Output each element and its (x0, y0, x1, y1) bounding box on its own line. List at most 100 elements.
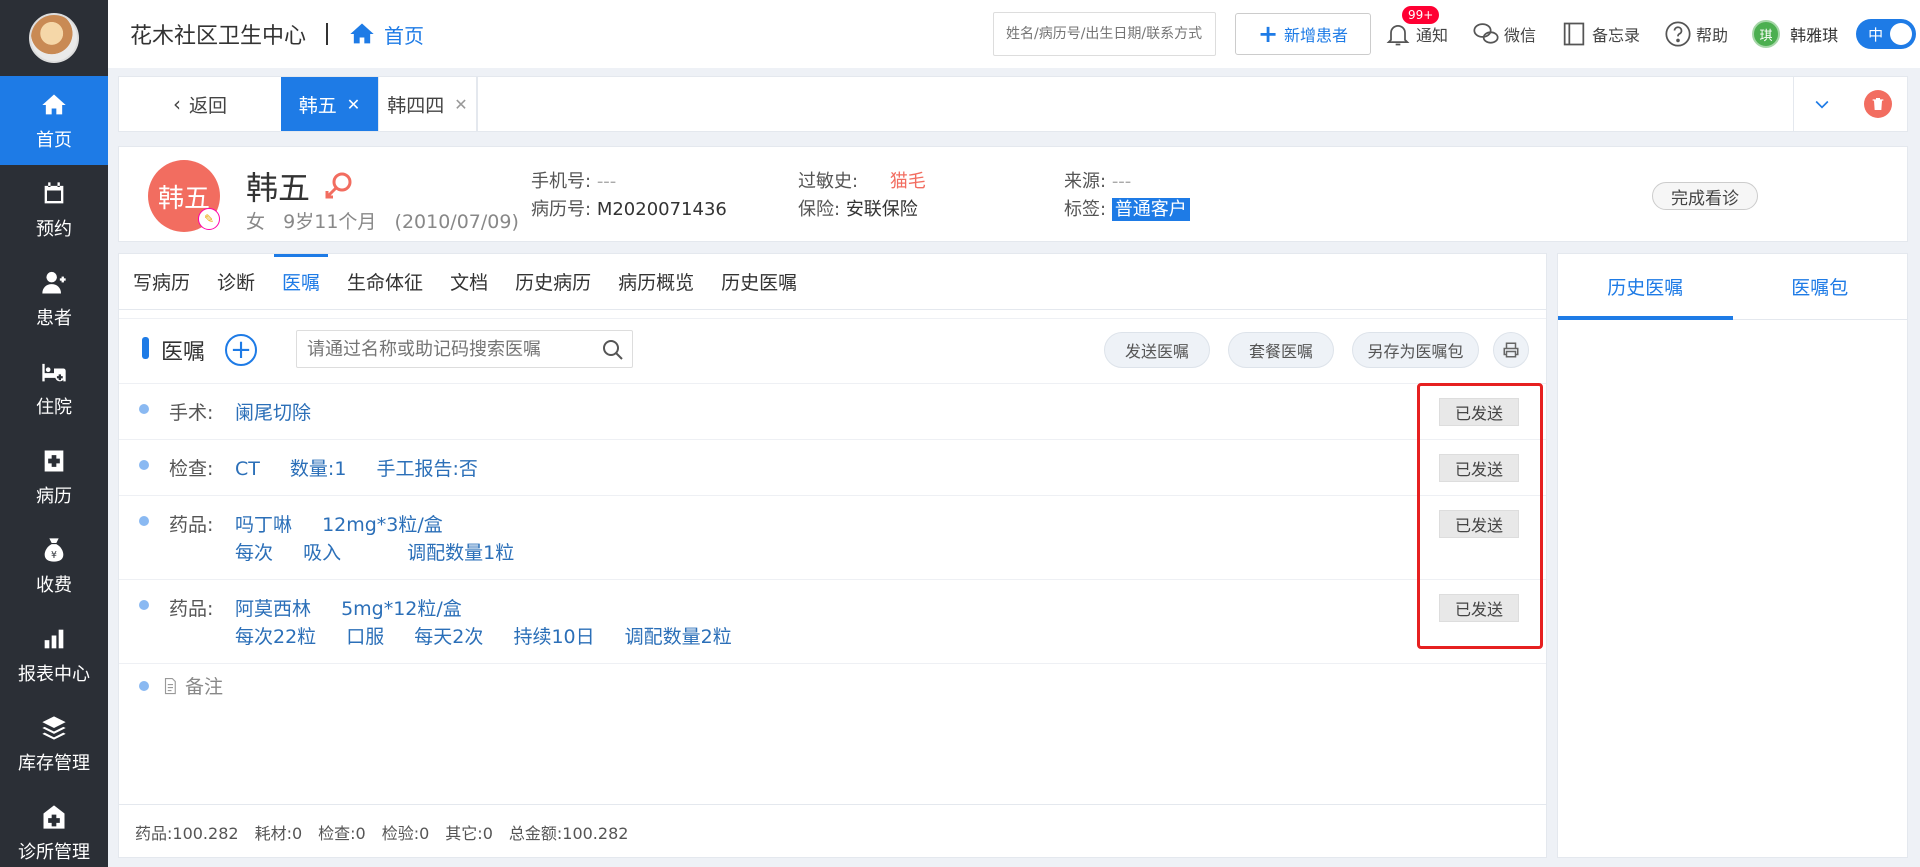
sidebar-item-inpatient[interactable]: 住院 (0, 343, 108, 432)
tab-order-package[interactable]: 医嘱包 (1733, 254, 1908, 319)
home-breadcrumb[interactable]: 首页 (348, 20, 424, 49)
patient-birthdate: (2010/07/09) (394, 211, 519, 233)
order-detail: 吗丁啉 12mg*3粒/盒 (235, 510, 467, 537)
help-icon (1665, 21, 1691, 47)
new-patient-button[interactable]: + 新增患者 (1235, 13, 1371, 55)
drug-dispense: 调配数量2粒 (624, 626, 732, 648)
sidebar-item-reports[interactable]: 报表中心 (0, 610, 108, 699)
print-button[interactable] (1493, 332, 1529, 368)
tab-orders[interactable]: 医嘱 (274, 253, 329, 310)
record-number-field: 病历号: M2020071436 (531, 195, 727, 221)
summary-other: 其它:0 (445, 823, 493, 843)
summary-exam: 检查:0 (318, 823, 366, 843)
patient-age: 9岁11个月 (283, 211, 377, 233)
tab-vitals[interactable]: 生命体征 (347, 254, 423, 310)
user-name: 韩雅琪 (1790, 26, 1839, 45)
language-toggle[interactable]: 中 (1856, 19, 1917, 49)
order-quantity: 数量:1 (289, 458, 347, 480)
order-detail: 阑尾切除 (235, 398, 335, 425)
sidebar-item-appointment[interactable]: 预约 (0, 165, 108, 254)
save-as-package-button[interactable]: 另存为医嘱包 (1352, 332, 1479, 368)
back-button[interactable]: ‹ 返回 (119, 77, 281, 131)
edit-icon[interactable]: ✎ (198, 208, 220, 230)
top-bar: 花木社区卫生中心 首页 + 新增患者 99+ 通知 微信 备忘录 帮助 琪 韩雅… (108, 0, 1920, 68)
sidebar-item-clinic[interactable]: 诊所管理 (0, 788, 108, 867)
sidebar-item-label: 诊所管理 (18, 841, 90, 863)
drug-dose: 每次 (235, 542, 274, 564)
tab-write-record[interactable]: 写病历 (133, 254, 190, 310)
note-label: 备注 (185, 676, 224, 698)
finish-visit-button[interactable]: 完成看诊 (1652, 182, 1758, 210)
patient-card: 韩五 ✎ 韩五 女 9岁11个月 (2010/07/09) 手机号: --- 病… (118, 146, 1908, 242)
tab-label: 韩五 (298, 94, 337, 117)
help-button[interactable]: 帮助 (1664, 20, 1728, 48)
sidebar-item-inventory[interactable]: 库存管理 (0, 699, 108, 788)
order-kind: 手术: (169, 402, 214, 424)
side-panel: 历史医嘱 医嘱包 (1557, 253, 1908, 858)
orders-panel: 写病历 诊断 医嘱 生命体征 文档 历史病历 病历概览 历史医嘱 医嘱 + 发送… (118, 253, 1547, 858)
tab-patient[interactable]: 韩四四 ✕ (379, 77, 477, 131)
sidebar-item-records[interactable]: 病历 (0, 432, 108, 521)
tab-documents[interactable]: 文档 (450, 254, 488, 310)
tab-history-orders[interactable]: 历史医嘱 (721, 254, 797, 310)
search-icon[interactable] (601, 338, 625, 362)
tab-list-dropdown[interactable] (1793, 77, 1849, 131)
tag-label: 标签: (1064, 199, 1107, 220)
wechat-button[interactable]: 微信 (1472, 20, 1536, 48)
phone-label: 手机号: (531, 171, 592, 192)
summary-material: 耗材:0 (254, 823, 303, 843)
tag-field: 标签: 普通客户 (1064, 195, 1190, 221)
order-row[interactable]: 药品: 吗丁啉 12mg*3粒/盒 每次 吸入 调配数量1粒 已发送 (119, 496, 1546, 580)
drug-route: 口服 (346, 626, 385, 648)
clinic-logo[interactable] (0, 0, 108, 76)
tab-history-records[interactable]: 历史病历 (515, 254, 591, 310)
status-highlight-box (1417, 383, 1543, 649)
notification-button[interactable]: 99+ 通知 (1384, 6, 1449, 48)
tab-patient-active[interactable]: 韩五 ✕ (281, 77, 379, 131)
drug-dispense: 调配数量1粒 (407, 542, 515, 564)
note-button[interactable]: 备注 (139, 672, 223, 699)
send-orders-button[interactable]: 发送医嘱 (1104, 332, 1210, 368)
insurance-field: 保险: 安联保险 (798, 195, 918, 221)
memo-button[interactable]: 备忘录 (1560, 20, 1640, 48)
close-icon[interactable]: ✕ (347, 95, 360, 114)
order-detail: 阿莫西林 5mg*12粒/盒 (235, 594, 486, 621)
sidebar-item-patients[interactable]: 患者 (0, 254, 108, 343)
add-order-button[interactable]: + (225, 334, 257, 366)
chevron-down-icon (1815, 100, 1828, 109)
tab-diagnosis[interactable]: 诊断 (217, 254, 255, 310)
bullet (139, 600, 149, 610)
global-search-input[interactable] (993, 12, 1216, 56)
clinic-icon (39, 802, 69, 832)
divider (326, 23, 329, 45)
order-search-input[interactable] (296, 330, 633, 368)
patient-demographics: 女 9岁11个月 (2010/07/09) (246, 207, 519, 234)
memo-label: 备忘录 (1592, 26, 1641, 45)
sidebar-item-home[interactable]: 首页 (0, 76, 108, 165)
bullet (139, 404, 149, 414)
sidebar-item-label: 病历 (36, 485, 72, 507)
drug-spec: 12mg*3粒/盒 (322, 514, 443, 536)
close-icon[interactable]: ✕ (454, 95, 467, 114)
order-item: CT (235, 458, 260, 480)
order-row[interactable]: 检查: CT 数量:1 手工报告:否 已发送 (119, 440, 1546, 496)
drug-dose: 每次22粒 (235, 626, 317, 648)
source-field: 来源: --- (1064, 167, 1131, 193)
order-row[interactable]: 手术: 阑尾切除 已发送 (119, 384, 1546, 440)
home-breadcrumb-label: 首页 (384, 23, 425, 48)
record-subtabs: 写病历 诊断 医嘱 生命体征 文档 历史病历 病历概览 历史医嘱 (119, 253, 1546, 310)
sidebar-item-billing[interactable]: ¥ 收费 (0, 521, 108, 610)
phone-field: 手机号: --- (531, 167, 616, 193)
close-all-tabs-button[interactable] (1849, 77, 1907, 131)
notification-label: 通知 (1416, 26, 1449, 45)
tab-record-overview[interactable]: 病历概览 (618, 254, 694, 310)
summary-drug: 药品:100.282 (135, 823, 239, 843)
package-orders-button[interactable]: 套餐医嘱 (1228, 332, 1334, 368)
bullet (139, 680, 149, 691)
drug-frequency: 每天2次 (414, 626, 484, 648)
tab-spacer (477, 77, 1793, 131)
tab-history-orders-side[interactable]: 历史医嘱 (1558, 254, 1733, 320)
user-menu[interactable]: 琪 韩雅琪 (1752, 20, 1838, 48)
order-row[interactable]: 药品: 阿莫西林 5mg*12粒/盒 每次22粒 口服 每天2次 持续10日 调… (119, 580, 1546, 664)
calendar-icon (39, 179, 69, 209)
